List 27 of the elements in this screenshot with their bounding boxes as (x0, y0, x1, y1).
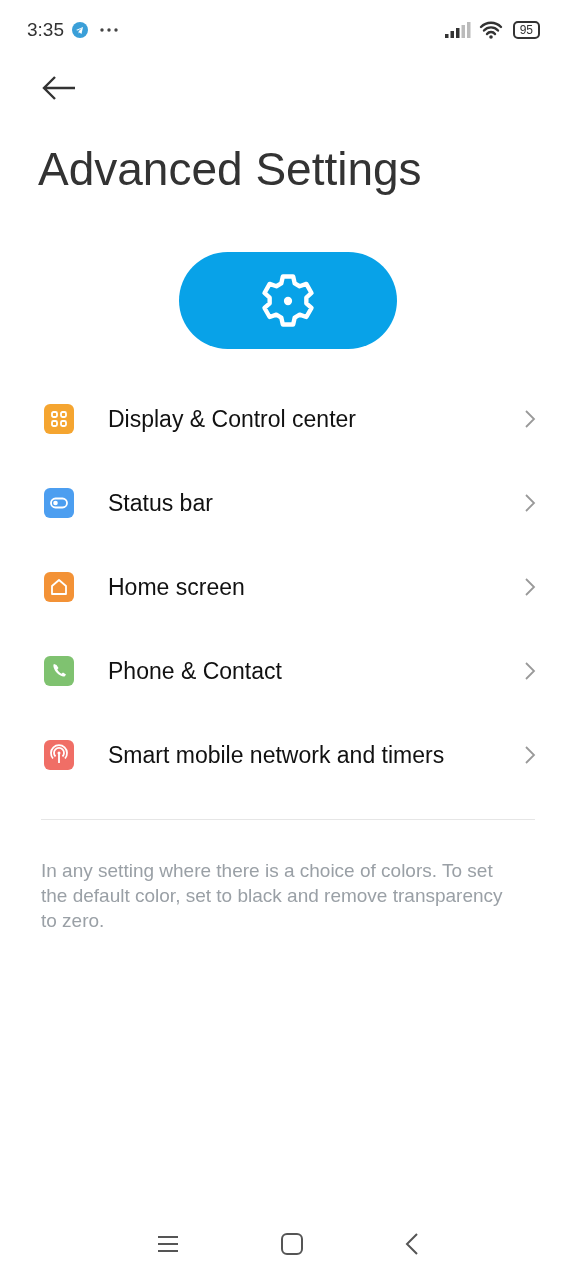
settings-item[interactable]: Home screen (0, 545, 576, 629)
item-label: Phone & Contact (108, 657, 283, 685)
signal-icon (444, 22, 471, 38)
status-time: 3:35 (27, 19, 64, 41)
settings-item[interactable]: Status bar (0, 461, 576, 545)
chevron-icon (524, 661, 536, 681)
wifi-icon (478, 21, 503, 39)
home-icon[interactable] (280, 1232, 304, 1256)
menu-icon[interactable] (156, 1234, 180, 1254)
chevron-icon (524, 409, 536, 429)
item-label: Smart mobile network and timers (108, 741, 446, 769)
paper-plane-icon (72, 22, 88, 38)
item-label: Home screen (108, 573, 246, 601)
settings-item[interactable]: Smart mobile network and timers (0, 713, 576, 797)
battery-level: 95 (512, 21, 540, 39)
note-text: In any setting where there is a choice of colors. To set the default color, set to black and remove transparency to zero. (41, 859, 504, 933)
settings-item[interactable]: Phone & Contact (0, 629, 576, 713)
chevron-icon (524, 745, 536, 765)
back-icon[interactable] (404, 1232, 420, 1256)
chevron-icon (524, 493, 536, 513)
page-title: Advanced Settings (37, 142, 423, 197)
settings-item[interactable]: Display & Control center (0, 377, 576, 461)
back-arrow-icon[interactable] (42, 76, 76, 100)
item-label: Status bar (108, 489, 214, 517)
chevron-icon (524, 577, 536, 597)
item-label: Display & Control center (108, 405, 357, 433)
more-icon (100, 28, 118, 32)
